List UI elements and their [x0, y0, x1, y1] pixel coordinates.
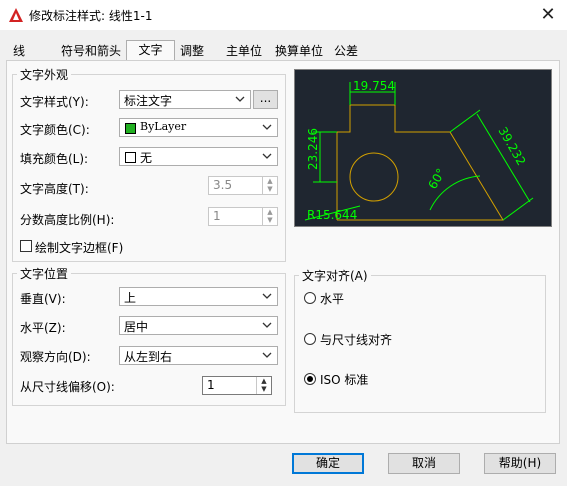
offset-label: 从尺寸线偏移(O):: [20, 380, 115, 394]
tab-fit[interactable]: 调整: [176, 42, 208, 60]
tab-label: 调整: [179, 44, 204, 58]
spin-up-icon: ▲: [267, 208, 273, 216]
chevron-down-icon: [235, 96, 245, 102]
fill-color-value: 无: [140, 151, 153, 165]
tab-primary-units[interactable]: 主单位: [222, 42, 266, 60]
text-style-value: 标注文字: [124, 94, 173, 108]
tab-label: 线: [12, 44, 25, 58]
ok-button[interactable]: 确定: [292, 453, 364, 474]
tab-text[interactable]: 文字: [126, 40, 175, 61]
align-dimension-line-label: 与尺寸线对齐: [320, 333, 393, 347]
chevron-down-icon: [262, 322, 272, 328]
ok-label: 确定: [315, 456, 340, 470]
spin-down-icon: ▼: [261, 385, 267, 393]
align-dimension-line-radio[interactable]: [304, 333, 316, 345]
spin-up-icon: ▲: [267, 177, 273, 185]
fill-color-label: 填充颜色(L):: [20, 152, 89, 166]
fraction-height-value: 1: [213, 209, 221, 223]
align-iso-radio[interactable]: [304, 373, 316, 385]
color-swatch: [125, 152, 136, 163]
close-button[interactable]: ✕: [533, 2, 563, 28]
vertical-label: 垂直(V):: [20, 292, 66, 306]
text-alignment-title: 文字对齐(A): [299, 267, 371, 284]
horizontal-value: 居中: [124, 320, 149, 334]
text-style-browse-button[interactable]: ...: [253, 90, 278, 109]
offset-input[interactable]: 1 ▲ ▼: [202, 376, 272, 395]
dim-top-text: 19.754: [353, 79, 395, 93]
preview-drawing: 19.754 23.246 39.232 60° R15.644: [304, 79, 534, 222]
tab-label: 文字: [138, 43, 163, 57]
chevron-down-icon: [262, 153, 272, 159]
cancel-label: 取消: [411, 456, 436, 470]
chevron-down-icon: [262, 124, 272, 130]
chevron-down-icon: [262, 293, 272, 299]
cancel-button[interactable]: 取消: [388, 453, 460, 474]
help-button[interactable]: 帮助(H): [484, 453, 556, 474]
fraction-height-input[interactable]: 1 ▲ ▼: [208, 207, 278, 226]
spin-down-icon: ▼: [267, 185, 273, 193]
text-color-value: ByLayer: [140, 120, 187, 133]
text-style-dropdown[interactable]: 标注文字: [119, 90, 251, 109]
autocad-logo-icon: [9, 8, 23, 22]
dimension-preview: 19.754 23.246 39.232 60° R15.644: [294, 69, 552, 227]
text-color-dropdown[interactable]: ByLayer: [119, 118, 278, 137]
align-horizontal-radio[interactable]: [304, 292, 316, 304]
tab-label: 换算单位: [274, 44, 323, 58]
dim-angle-text: 60°: [425, 166, 448, 191]
view-direction-label: 观察方向(D):: [20, 350, 91, 364]
horizontal-label: 水平(Z):: [20, 321, 66, 335]
tab-lines[interactable]: 线: [8, 42, 30, 60]
help-label: 帮助(H): [498, 456, 542, 470]
tab-label: 符号和箭头: [60, 44, 121, 58]
text-appearance-title: 文字外观: [17, 66, 72, 83]
text-placement-title: 文字位置: [17, 265, 72, 282]
fill-color-dropdown[interactable]: 无: [119, 147, 278, 166]
tab-symbols-arrows[interactable]: 符号和箭头: [56, 42, 126, 60]
dim-radius-text: R15.644: [307, 208, 357, 222]
tab-label: 主单位: [225, 44, 262, 58]
color-swatch: [125, 123, 136, 134]
text-style-label: 文字样式(Y):: [20, 95, 89, 109]
text-height-value: 3.5: [213, 178, 233, 192]
spin-control[interactable]: ▲ ▼: [262, 208, 277, 225]
spin-control[interactable]: ▲ ▼: [262, 177, 277, 194]
spin-up-icon: ▲: [261, 377, 267, 385]
vertical-value: 上: [124, 291, 137, 305]
view-direction-value: 从左到右: [124, 350, 173, 364]
spin-control[interactable]: ▲ ▼: [256, 377, 271, 394]
dim-right-text: 39.232: [495, 125, 528, 168]
spin-down-icon: ▼: [267, 216, 273, 224]
align-iso-label: ISO 标准: [320, 373, 369, 387]
fraction-height-label: 分数高度比例(H):: [20, 213, 115, 227]
tab-tolerances[interactable]: 公差: [330, 42, 362, 60]
tab-label: 公差: [333, 44, 358, 58]
text-height-label: 文字高度(T):: [20, 182, 89, 196]
title-bar: 修改标注样式: 线性1-1 ✕: [0, 0, 567, 30]
draw-frame-checkbox[interactable]: [20, 240, 32, 252]
draw-frame-label: 绘制文字边框(F): [35, 241, 124, 255]
tab-alternate-units[interactable]: 换算单位: [271, 42, 327, 60]
text-height-input[interactable]: 3.5 ▲ ▼: [208, 176, 278, 195]
vertical-dropdown[interactable]: 上: [119, 287, 278, 306]
view-direction-dropdown[interactable]: 从左到右: [119, 346, 278, 365]
chevron-down-icon: [262, 352, 272, 358]
text-color-label: 文字颜色(C):: [20, 123, 90, 137]
browse-label: ...: [259, 91, 272, 105]
align-horizontal-label: 水平: [320, 292, 345, 306]
dim-left-text: 23.246: [306, 128, 320, 170]
offset-value: 1: [207, 378, 215, 392]
window-title: 修改标注样式: 线性1-1: [29, 9, 153, 23]
horizontal-dropdown[interactable]: 居中: [119, 316, 278, 335]
